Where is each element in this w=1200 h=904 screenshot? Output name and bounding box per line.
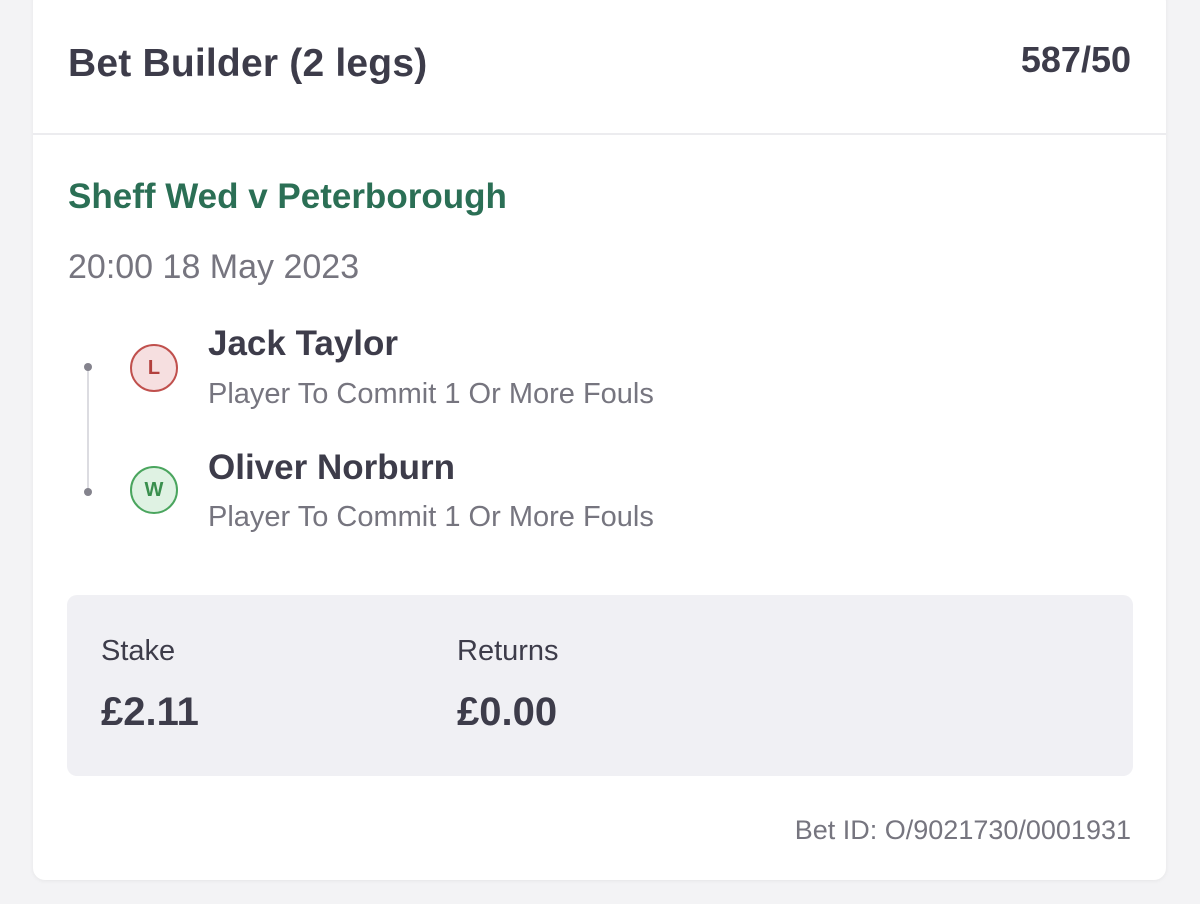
bet-card: Bet Builder (2 legs) 587/50 Sheff Wed v … <box>33 0 1166 880</box>
returns-label: Returns <box>457 635 559 667</box>
leg-player-name: Jack Taylor <box>208 324 399 363</box>
stake-value: £2.11 <box>101 690 199 734</box>
bet-header: Bet Builder (2 legs) 587/50 <box>33 0 1166 135</box>
leg-market: Player To Commit 1 Or More Fouls <box>208 501 654 533</box>
leg-market: Player To Commit 1 Or More Fouls <box>208 378 654 410</box>
legs-timeline-line <box>87 366 89 492</box>
bet-title: Bet Builder (2 legs) <box>68 42 428 85</box>
bet-id: Bet ID: O/9021730/0001931 <box>794 815 1131 845</box>
timeline-dot <box>84 363 92 371</box>
event-name[interactable]: Sheff Wed v Peterborough <box>68 177 507 217</box>
leg-player-name: Oliver Norburn <box>208 448 455 487</box>
timeline-dot <box>84 488 92 496</box>
lose-result-badge: L <box>130 344 178 392</box>
event-datetime: 20:00 18 May 2023 <box>68 248 360 286</box>
stake-label: Stake <box>101 635 176 667</box>
bet-odds: 587/50 <box>1020 39 1131 80</box>
win-result-badge: W <box>130 466 178 514</box>
returns-value: £0.00 <box>457 690 558 734</box>
stake-returns-summary: Stake £2.11 Returns £0.00 <box>67 595 1133 776</box>
